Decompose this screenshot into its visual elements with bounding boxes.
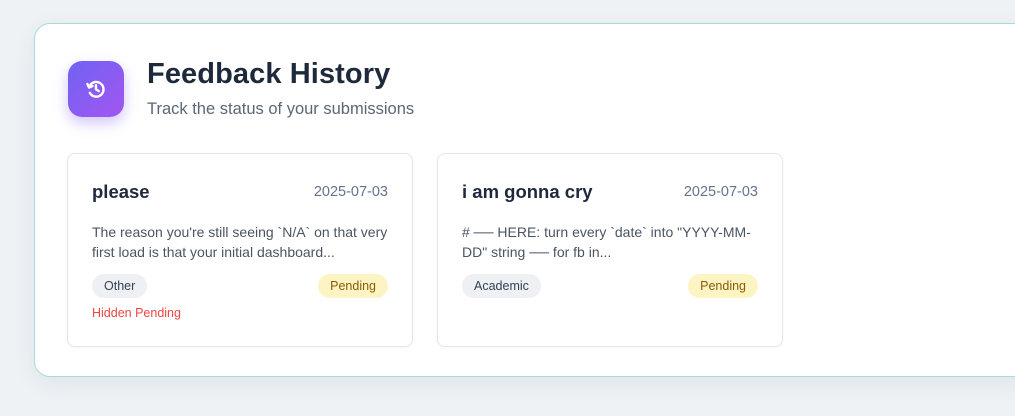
category-badge: Academic — [462, 274, 541, 298]
hidden-status-note: Hidden Pending — [92, 306, 181, 320]
feedback-title: please — [92, 181, 150, 202]
history-icon — [68, 61, 124, 117]
feedback-title: i am gonna cry — [462, 181, 593, 202]
status-badge: Pending — [318, 274, 388, 298]
feedback-card[interactable]: i am gonna cry 2025-07-03 # ── HERE: tur… — [437, 153, 783, 347]
feedback-card[interactable]: please 2025-07-03 The reason you're stil… — [67, 153, 413, 347]
feedback-body: The reason you're still seeing `N/A` on … — [92, 224, 388, 260]
feedback-date: 2025-07-03 — [313, 184, 388, 200]
page-subtitle: Track the status of your submissions — [147, 100, 415, 118]
page-title: Feedback History — [147, 58, 391, 90]
feedback-date: 2025-07-03 — [683, 184, 758, 200]
feedback-history-panel: Feedback History Track the status of you… — [34, 23, 1015, 377]
category-badge: Other — [92, 274, 148, 298]
status-badge: Pending — [688, 274, 758, 298]
feedback-body: # ── HERE: turn every `date` into "YYYY-… — [462, 224, 751, 260]
